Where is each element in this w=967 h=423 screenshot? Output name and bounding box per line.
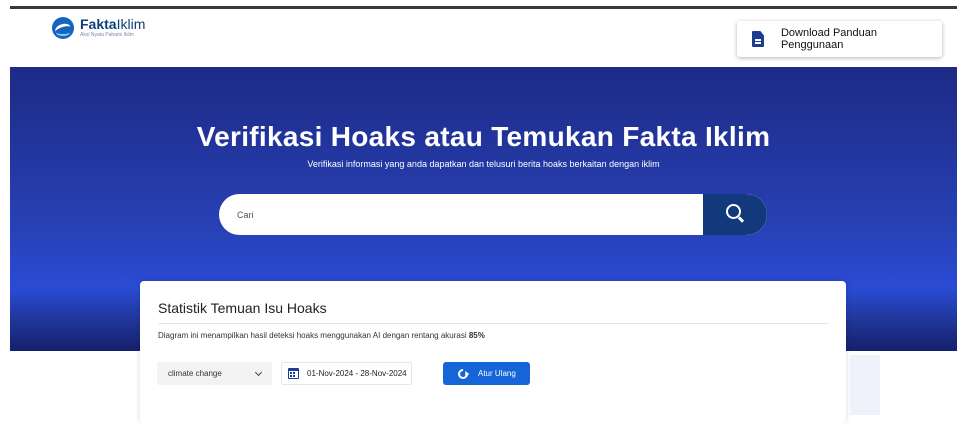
stats-card: Statistik Temuan Isu Hoaks Diagram ini m…: [140, 281, 846, 423]
download-guide-label: Download Panduan Penggunaan: [780, 27, 877, 51]
logo-name-bold: Fakta: [80, 16, 117, 32]
chevron-down-icon: [254, 368, 263, 377]
stats-description: Diagram ini menampilkan hasil deteksi ho…: [158, 331, 485, 340]
logo-name: FaktaIklim: [80, 17, 145, 31]
stats-description-text: Diagram ini menampilkan hasil deteksi ho…: [158, 331, 469, 340]
hero-subtitle: Verifikasi informasi yang anda dapatkan …: [307, 159, 660, 169]
search-button[interactable]: [703, 194, 767, 235]
logo-tagline: Aksi Nyata Pahami Iklim: [80, 32, 134, 38]
refresh-icon: [455, 366, 471, 381]
hero-title: Verifikasi Hoaks atau Temukan Fakta Ikli…: [196, 121, 771, 152]
topic-select-value: climate change: [168, 369, 222, 378]
accuracy-value: 85%: [468, 331, 485, 340]
date-range-value: 01-Nov-2024 - 28-Nov-2024: [307, 369, 407, 378]
logo-name-light: Iklim: [116, 16, 146, 32]
logo-text: FaktaIklim Aksi Nyata Pahami Iklim: [80, 17, 145, 39]
reset-button[interactable]: Atur Ulang: [443, 362, 530, 385]
stats-title: Statistik Temuan Isu Hoaks: [158, 300, 327, 316]
document-icon: [752, 31, 764, 47]
stats-divider: [158, 323, 828, 324]
search-bar: [219, 194, 767, 235]
card-backdrop: [850, 355, 880, 415]
calendar-icon: [288, 368, 299, 379]
date-range-picker[interactable]: 01-Nov-2024 - 28-Nov-2024: [281, 362, 412, 385]
topic-select[interactable]: climate change: [157, 362, 272, 385]
faktaiklim-logo-icon: [52, 17, 74, 39]
site-logo[interactable]: FaktaIklim Aksi Nyata Pahami Iklim: [52, 17, 145, 39]
download-guide-button[interactable]: Download Panduan Penggunaan: [737, 21, 942, 57]
search-input[interactable]: [237, 194, 697, 235]
reset-button-label: Atur Ulang: [478, 369, 516, 378]
